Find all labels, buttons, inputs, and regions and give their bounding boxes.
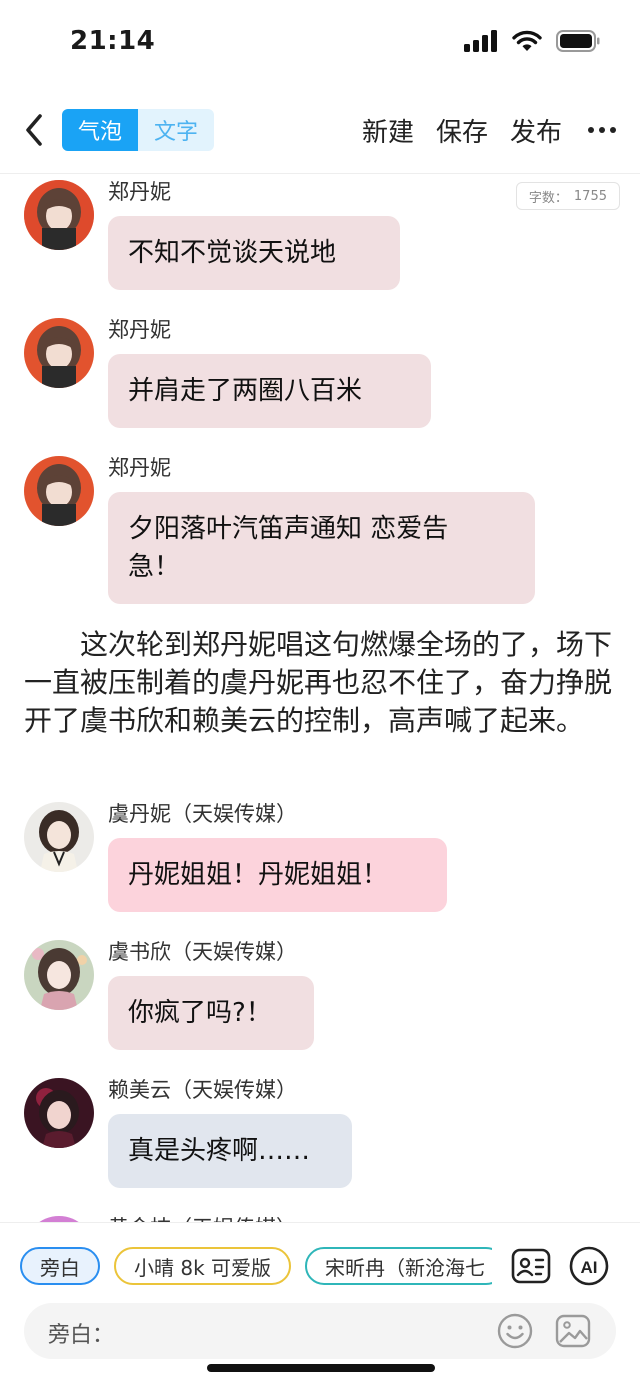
speaker-name: 郑丹妮 xyxy=(108,456,171,480)
message-bubble[interactable]: 丹妮姐姐！丹妮姐姐！ xyxy=(108,838,447,912)
message-bubble[interactable]: 你疯了吗?！ xyxy=(108,976,314,1050)
input-speaker-label: 旁白： xyxy=(48,1323,115,1348)
svg-text:AI: AI xyxy=(581,1258,598,1277)
speaker-chip[interactable]: 小晴 8k 可爱版 xyxy=(114,1247,292,1285)
back-arrow-icon[interactable] xyxy=(18,110,52,150)
message-input[interactable]: 旁白： xyxy=(24,1303,616,1359)
cellular-signal-icon xyxy=(464,30,497,52)
speaker-chip-list: 旁白 小晴 8k 可爱版 宋昕冉（新沧海七 xyxy=(20,1247,492,1287)
speaker-chip[interactable]: 宋昕冉（新沧海七 xyxy=(305,1247,492,1285)
more-options-icon[interactable] xyxy=(588,110,616,150)
avatar[interactable] xyxy=(24,318,94,388)
home-indicator xyxy=(207,1364,435,1372)
speaker-name: 赖美云（天娱传媒） xyxy=(108,1078,297,1102)
status-time: 21:14 xyxy=(70,26,156,56)
speaker-name: 郑丹妮 xyxy=(108,318,171,342)
nav-actions: 新建 保存 发布 xyxy=(340,110,616,150)
message-text-line: 夕阳落叶汽笛声通知 恋爱告 xyxy=(128,514,449,544)
publish-button[interactable]: 发布 xyxy=(510,112,562,149)
message-bubble[interactable]: 夕阳落叶汽笛声通知 恋爱告 急！ xyxy=(108,492,535,604)
narration-text[interactable]: 这次轮到郑丹妮唱这句燃爆全场的了，场下一直被压制着的虞丹妮再也忍不住了，奋力挣脱… xyxy=(24,626,614,740)
message-bubble[interactable]: 并肩走了两圈八百米 xyxy=(108,354,431,428)
message-text: 你疯了吗?！ xyxy=(128,998,272,1028)
avatar[interactable] xyxy=(24,456,94,526)
image-icon[interactable] xyxy=(554,1312,592,1350)
emoji-icon[interactable] xyxy=(496,1312,534,1350)
word-count-label: 字数： xyxy=(528,190,568,206)
speaker-name: 虞丹妮（天娱传媒） xyxy=(108,802,297,826)
avatar[interactable] xyxy=(24,180,94,250)
contact-card-icon[interactable] xyxy=(510,1245,552,1287)
message-text: 不知不觉谈天说地 xyxy=(128,238,337,268)
message-text: 丹妮姐姐！丹妮姐姐！ xyxy=(128,860,389,890)
speaker-name: 虞书欣（天娱传媒） xyxy=(108,940,297,964)
status-icons xyxy=(464,30,600,52)
status-bar: 21:14 xyxy=(0,0,640,88)
speaker-name: 黄金桔（天娱传媒） xyxy=(108,1212,297,1222)
message-bubble[interactable]: 不知不觉谈天说地 xyxy=(108,216,400,290)
battery-icon xyxy=(556,30,600,52)
message-text: 并肩走了两圈八百米 xyxy=(128,376,363,406)
avatar[interactable] xyxy=(24,1078,94,1148)
avatar[interactable] xyxy=(24,940,94,1010)
ai-icon[interactable]: AI xyxy=(568,1245,610,1287)
word-count-badge: 字数： 1755 xyxy=(515,182,620,210)
mode-segmented-control: 气泡 文字 xyxy=(62,109,214,151)
speaker-name: 郑丹妮 xyxy=(108,180,171,204)
editor-nav-bar: 气泡 文字 新建 保存 发布 xyxy=(0,88,640,174)
avatar[interactable] xyxy=(24,802,94,872)
composer-panel: 旁白 小晴 8k 可爱版 宋昕冉（新沧海七 AI 旁白： xyxy=(0,1222,640,1385)
message-text: 真是头疼啊…… xyxy=(128,1136,311,1166)
message-text-line: 急！ xyxy=(128,552,181,582)
new-button[interactable]: 新建 xyxy=(362,112,414,149)
word-count-value: 1755 xyxy=(573,188,607,204)
save-button[interactable]: 保存 xyxy=(436,112,488,149)
speaker-chip-narration[interactable]: 旁白 xyxy=(20,1247,100,1285)
message-bubble[interactable]: 真是头疼啊…… xyxy=(108,1114,352,1188)
tab-bubble[interactable]: 气泡 xyxy=(62,109,138,151)
chat-content: 字数： 1755 郑丹妮 不知不觉谈天说地 郑丹妮 并肩走了两圈八百米 郑丹妮 … xyxy=(0,174,640,1222)
tab-text[interactable]: 文字 xyxy=(138,109,214,151)
wifi-icon xyxy=(512,30,542,51)
